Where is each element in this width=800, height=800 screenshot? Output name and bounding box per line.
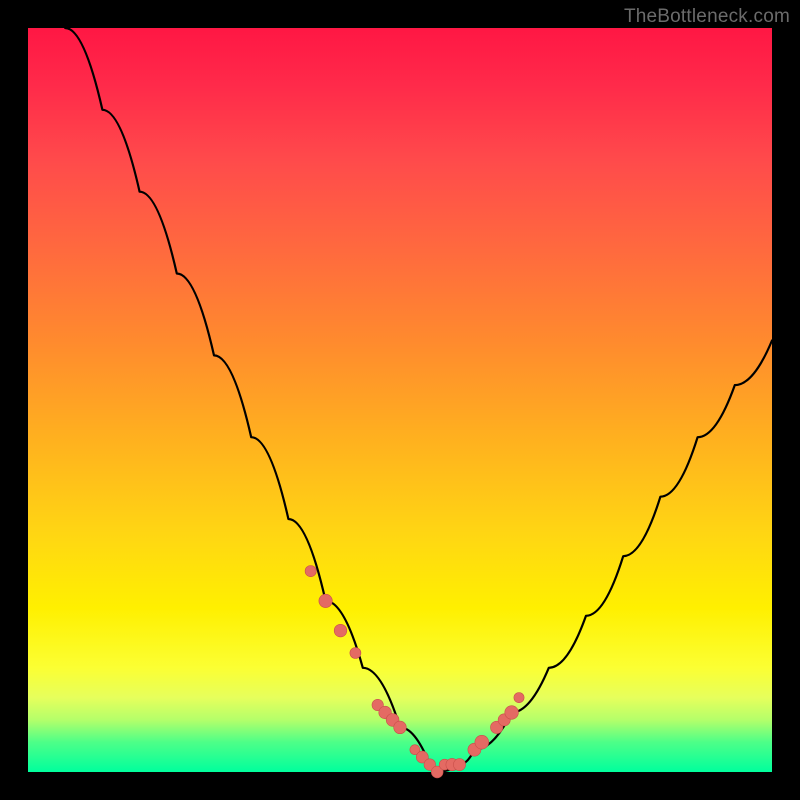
chart-frame: TheBottleneck.com (0, 0, 800, 800)
watermark-text: TheBottleneck.com (624, 6, 790, 28)
highlight-dot (350, 648, 361, 659)
highlight-dot (394, 721, 407, 734)
plot-area (28, 28, 772, 772)
highlight-dot (505, 706, 519, 720)
highlight-dot (475, 735, 489, 749)
highlight-dot (319, 594, 332, 607)
bottleneck-curve (65, 28, 772, 772)
highlight-dot (334, 624, 347, 637)
chart-svg (28, 28, 772, 772)
highlight-dot (453, 759, 465, 771)
highlight-dot (514, 693, 524, 703)
highlight-dot (305, 566, 316, 577)
highlight-dots (305, 566, 524, 778)
